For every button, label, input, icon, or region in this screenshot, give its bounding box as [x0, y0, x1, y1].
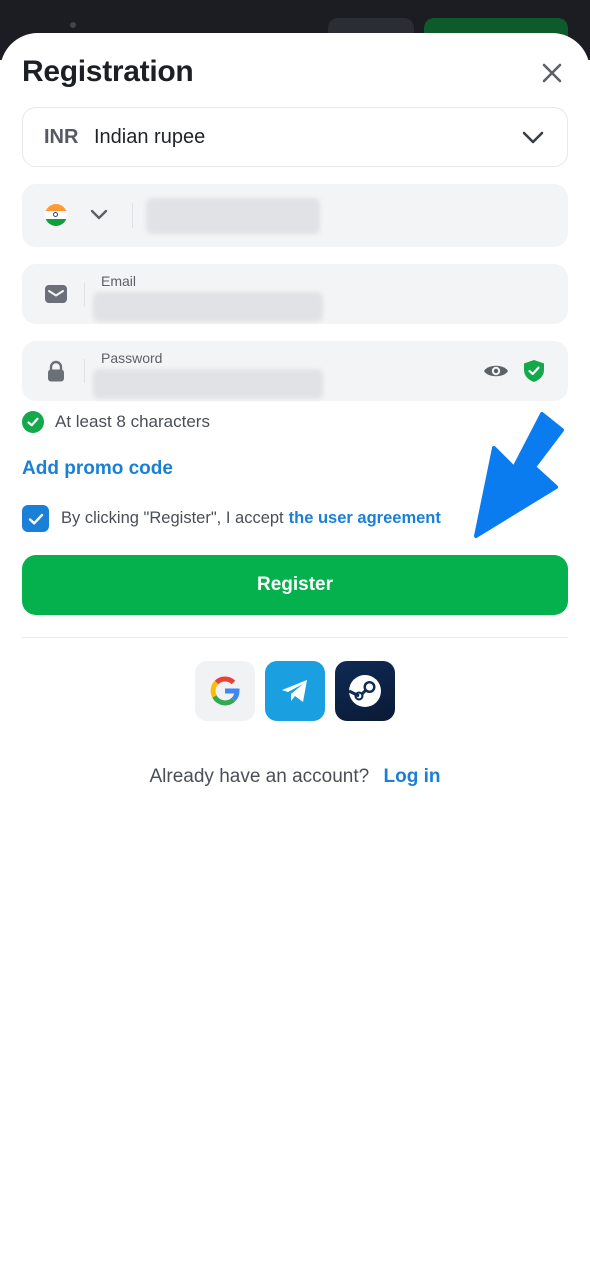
divider — [84, 282, 85, 306]
divider — [84, 359, 85, 383]
password-hint-text: At least 8 characters — [55, 412, 210, 431]
agreement-checkbox[interactable] — [22, 505, 49, 532]
email-field[interactable]: Email — [22, 264, 568, 324]
agreement-text: By clicking "Register", I accept — [61, 509, 284, 527]
close-button[interactable] — [536, 57, 568, 89]
phone-field[interactable] — [22, 184, 568, 247]
india-flag-icon[interactable] — [45, 204, 67, 226]
lock-icon — [48, 360, 64, 382]
login-link[interactable]: Log in — [384, 766, 441, 787]
currency-code: INR — [44, 125, 79, 148]
shield-check-icon — [524, 360, 544, 382]
eye-icon[interactable] — [483, 359, 509, 383]
password-input-value-redacted[interactable] — [93, 369, 323, 399]
add-promo-code-link[interactable]: Add promo code — [22, 458, 173, 480]
email-label: Email — [101, 273, 137, 289]
telegram-icon — [282, 680, 307, 702]
login-question: Already have an account? — [149, 766, 370, 787]
divider — [22, 637, 568, 638]
currency-name: Indian rupee — [94, 125, 206, 148]
currency-select[interactable]: INR Indian rupee — [22, 107, 568, 167]
annotation-arrow-icon — [474, 412, 564, 538]
password-field[interactable]: Password — [22, 341, 568, 401]
steam-login-button[interactable] — [335, 661, 395, 721]
check-circle-icon — [22, 411, 44, 433]
phone-input-value-redacted[interactable] — [146, 198, 320, 234]
close-icon — [542, 63, 562, 83]
google-login-button[interactable] — [195, 661, 255, 721]
user-agreement-link[interactable]: the user agreement — [289, 509, 441, 528]
mail-icon — [45, 285, 67, 303]
chevron-down-icon — [522, 131, 544, 144]
page-title: Registration — [22, 55, 194, 88]
agreement-row: By clicking "Register", I accept the use… — [22, 505, 441, 532]
password-label: Password — [101, 350, 163, 366]
google-icon — [210, 676, 240, 706]
password-hint: At least 8 characters — [22, 411, 210, 433]
login-row: Already have an account? Log in — [0, 766, 590, 788]
background-element — [70, 22, 76, 28]
chevron-down-icon[interactable] — [88, 204, 110, 226]
register-button[interactable]: Register — [22, 555, 568, 615]
checkmark-icon — [28, 513, 43, 524]
telegram-login-button[interactable] — [265, 661, 325, 721]
divider — [132, 203, 133, 228]
steam-icon — [348, 675, 381, 707]
email-input-value-redacted[interactable] — [93, 292, 323, 322]
registration-sheet: Registration INR Indian rupee Email Pass… — [0, 33, 590, 1280]
